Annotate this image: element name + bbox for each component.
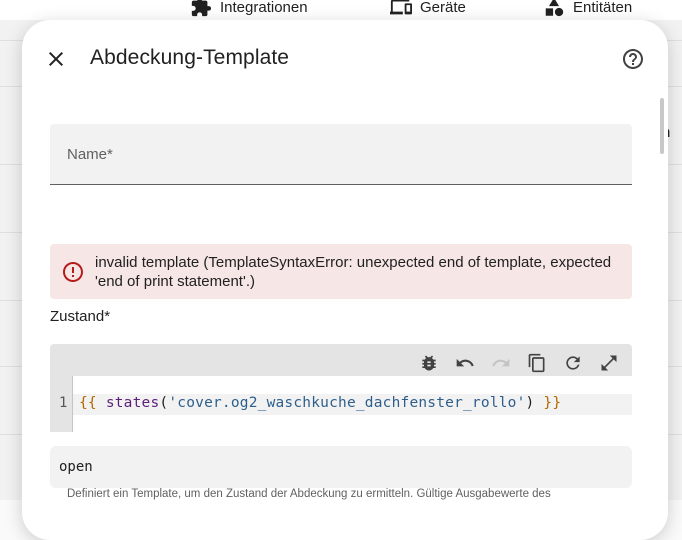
- refresh-button[interactable]: [558, 348, 588, 378]
- code-close-brace: }}: [543, 395, 562, 411]
- background-tab-bar: Integrationen Geräte Entitäten: [0, 0, 682, 20]
- close-button[interactable]: [44, 47, 68, 71]
- tab-integrationen-label: Integrationen: [220, 0, 308, 16]
- template-result: open: [50, 446, 632, 488]
- helper-text: Definiert ein Template, um den Zustand d…: [67, 488, 551, 500]
- code-paren-open: (: [159, 395, 169, 411]
- code-area[interactable]: 1 {{ states('cover.og2_waschkuche_dachfe…: [50, 376, 632, 432]
- tab-entitaeten-label: Entitäten: [573, 0, 633, 16]
- code-line[interactable]: {{ states('cover.og2_waschkuche_dachfens…: [79, 395, 561, 411]
- alert-circle-icon: [63, 262, 83, 282]
- devices-icon: [390, 0, 412, 15]
- template-editor[interactable]: 1 {{ states('cover.og2_waschkuche_dachfe…: [50, 344, 632, 432]
- template-dialog: Abdeckung-Template Name* invalid templat…: [22, 20, 668, 540]
- undo-icon: [456, 358, 474, 367]
- tab-integrationen[interactable]: Integrationen: [190, 0, 308, 18]
- copy-button[interactable]: [522, 348, 552, 378]
- undo-button[interactable]: [450, 348, 480, 378]
- name-field[interactable]: Name*: [50, 124, 632, 185]
- help-button[interactable]: [621, 47, 645, 71]
- shapes-icon: [545, 0, 564, 17]
- dialog-scrollbar[interactable]: [660, 98, 664, 154]
- copy-icon: [528, 353, 545, 373]
- bug-icon: [422, 355, 436, 371]
- fullscreen-button[interactable]: [594, 348, 624, 378]
- line-number: 1: [59, 395, 68, 411]
- state-label: Zustand*: [50, 308, 111, 325]
- error-alert: invalid template (TemplateSyntaxError: u…: [50, 244, 632, 299]
- fullscreen-icon: [601, 355, 617, 371]
- tab-geraete[interactable]: Geräte: [390, 0, 466, 18]
- code-open-brace: {{: [79, 395, 97, 411]
- code-function: states: [105, 395, 160, 411]
- puzzle-icon: [191, 0, 212, 17]
- editor-toolbar: [414, 348, 624, 378]
- close-icon: [49, 52, 63, 66]
- result-value: open: [59, 459, 93, 475]
- help-circle-icon: [623, 49, 643, 69]
- name-field-label: Name*: [67, 146, 113, 163]
- debug-button[interactable]: [414, 348, 444, 378]
- dialog-title: Abdeckung-Template: [90, 46, 290, 69]
- code-string: 'cover.og2_waschkuche_dachfenster_rollo': [168, 395, 526, 411]
- error-message: invalid template (TemplateSyntaxError: u…: [95, 254, 612, 290]
- redo-icon: [492, 358, 510, 367]
- tab-entitaeten[interactable]: Entitäten: [543, 0, 632, 18]
- refresh-icon: [566, 356, 580, 370]
- tab-geraete-label: Geräte: [420, 0, 466, 16]
- redo-button[interactable]: [486, 348, 516, 378]
- code-paren-close: ): [525, 395, 535, 411]
